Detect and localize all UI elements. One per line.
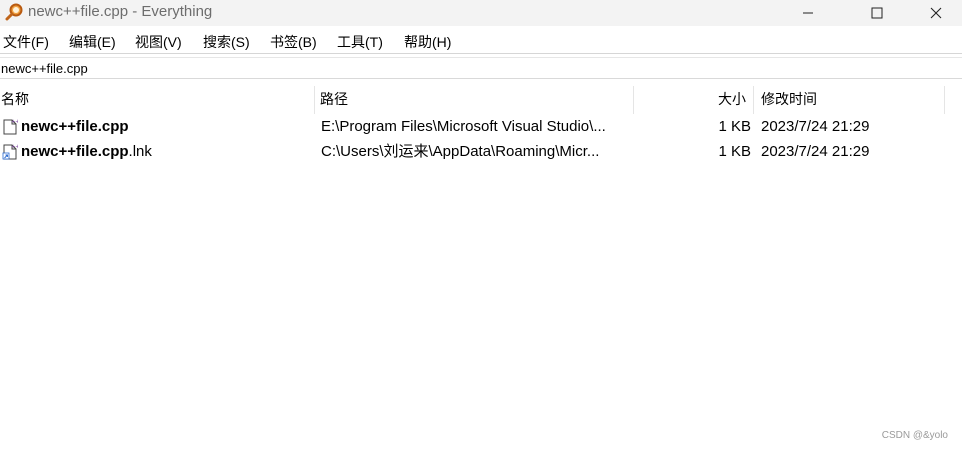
menu-help[interactable]: 帮助(H) [404,32,451,52]
title-bar: newc++file.cpp - Everything [0,0,962,26]
window-title: newc++file.cpp - Everything [28,3,213,20]
result-size: 1 KB [718,118,751,135]
result-row[interactable]: ++ newc++file.cpp.lnk C:\Users\刘运来\AppDa… [0,139,962,164]
column-path[interactable]: 路径 [315,86,634,114]
result-row[interactable]: ++ newc++file.cpp E:\Program Files\Micro… [0,114,962,139]
menu-bookmarks[interactable]: 书签(B) [270,32,317,52]
column-modified[interactable]: 修改时间 [754,86,945,114]
result-name-match: newc++file.cpp [21,118,129,135]
column-name[interactable]: 名称 [0,86,315,114]
result-name: newc++file.cpp.lnk [21,139,313,164]
result-name-suffix: .lnk [128,143,152,160]
result-size: 1 KB [718,143,751,160]
result-name-match: newc++file.cpp [21,143,129,160]
menu-divider [0,53,962,54]
menu-edit[interactable]: 编辑(E) [69,32,116,52]
menu-file[interactable]: 文件(F) [3,32,49,52]
maximize-icon [871,7,883,19]
maximize-button[interactable] [854,0,900,26]
result-modified: 2023/7/24 21:29 [761,118,870,135]
svg-text:++: ++ [11,119,18,125]
result-path: C:\Users\刘运来\AppData\Roaming\Micr... [321,143,600,160]
menu-bar: 文件(F) 编辑(E) 视图(V) 搜索(S) 书签(B) 工具(T) 帮助(H… [0,28,962,53]
result-path: E:\Program Files\Microsoft Visual Studio… [321,118,606,135]
minimize-icon [803,12,813,14]
search-input[interactable] [0,57,962,79]
column-size[interactable]: 大小 [634,86,754,114]
magnifier-icon [5,3,23,21]
cpp-file-icon: ++ [3,119,18,135]
minimize-button[interactable] [785,0,831,26]
watermark: CSDN @&yolo [881,430,948,441]
column-header: 名称 路径 大小 修改时间 [0,86,962,114]
close-button[interactable] [913,0,959,26]
menu-search[interactable]: 搜索(S) [203,32,250,52]
menu-view[interactable]: 视图(V) [135,32,182,52]
shortcut-file-icon: ++ [2,144,18,160]
result-modified: 2023/7/24 21:29 [761,143,870,160]
menu-tools[interactable]: 工具(T) [337,32,383,52]
close-icon [930,7,942,19]
svg-text:++: ++ [11,144,18,150]
result-name: newc++file.cpp [21,114,313,139]
